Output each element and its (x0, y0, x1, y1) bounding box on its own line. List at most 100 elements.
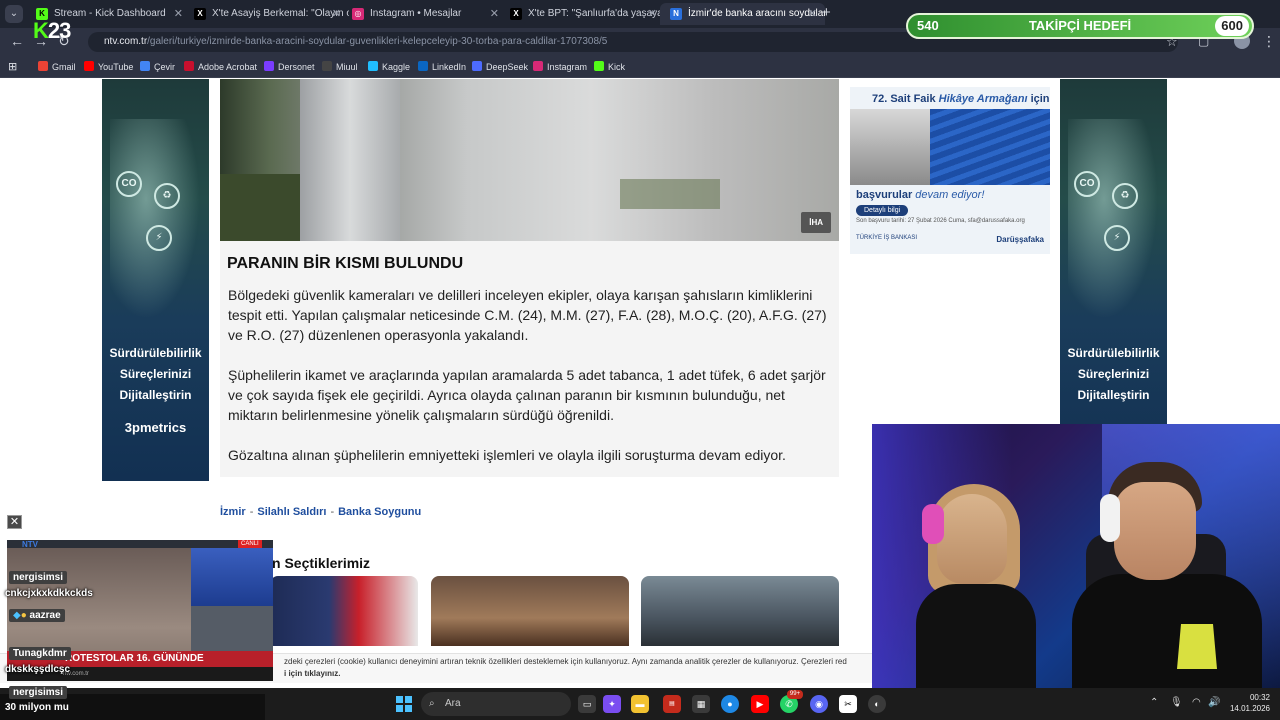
side-ad-text: Sürdürülebilirlik Süreçlerinizi Dijitall… (1060, 343, 1167, 406)
taskbar-search[interactable]: ⌕ Ara (421, 692, 571, 716)
side-ad-left[interactable]: CO ♻ ⚡ Sürdürülebilirlik Süreçlerinizi D… (102, 79, 209, 481)
bookmark-label: LinkedIn (432, 62, 467, 72)
article-paragraph: Gözaltına alınan şüphelilerin emniyettek… (228, 447, 786, 463)
news-app-icon[interactable]: ▤ (663, 695, 681, 713)
photo-weeds (620, 179, 720, 209)
wifi-icon[interactable]: ◠ (1192, 697, 1201, 708)
tab-close-icon[interactable]: ✕ (808, 3, 817, 25)
cam-person-right (1114, 482, 1196, 580)
back-arrow-icon[interactable]: ← (10, 33, 24, 49)
tab-x-bpt[interactable]: X X'te BPT: "Şanlıurfa'da yaşayan ✕ (500, 3, 665, 25)
chat-username-text: aazrae (29, 610, 61, 621)
bookmark-label: Miuul (336, 62, 358, 72)
clock-date: 14.01.2026 (1229, 704, 1270, 713)
search-label: Ara (445, 698, 461, 709)
whatsapp-badge: 99+ (787, 690, 803, 699)
cam-person-right-body (1072, 574, 1262, 688)
windows-start-icon[interactable] (396, 696, 412, 712)
chrome-icon[interactable]: ● (721, 695, 739, 713)
translate-icon (140, 61, 150, 71)
tab-search-icon[interactable]: ⌄ (5, 5, 23, 23)
promo-ad-darussafaka[interactable]: 72. Sait Faik Hikâye Armağanı için başvu… (850, 87, 1050, 254)
goal-title: TAKİPÇİ HEDEFİ (1028, 18, 1132, 33)
pick-card-bear[interactable] (431, 576, 629, 646)
tv-anchor-scene (191, 548, 273, 606)
chat-badge-icon: ◆ (13, 610, 21, 621)
copilot-icon[interactable]: ✦ (603, 695, 621, 713)
bookmark-label: Instagram (547, 62, 588, 72)
store-icon[interactable]: ▦ (692, 695, 710, 713)
youtube-icon[interactable]: ▶ (751, 695, 769, 713)
energy-icon: ⚡ (1104, 225, 1130, 251)
side-ad-line: Süreçlerinizi (1077, 367, 1150, 381)
tab-ntv-article[interactable]: N İzmir'de banka aracını soydular ✕ (660, 3, 825, 25)
tab-x-asayis[interactable]: X X'te Asayiş Berkemal: "Olayın o ✕ (184, 3, 349, 25)
promo-title-part: Hikâye Armağanı (938, 93, 1028, 105)
system-clock[interactable]: 00:32 14.01.2026 (1226, 692, 1270, 714)
obs-icon[interactable]: ◐ (868, 695, 886, 713)
url-path: /galeri/turkiye/izmirde-banka-aracini-so… (147, 36, 608, 47)
tag-link[interactable]: Silahlı Saldırı (257, 506, 326, 518)
new-tab-icon[interactable]: + (822, 4, 831, 21)
tag-link[interactable]: İzmir (220, 506, 246, 518)
bookmarks-bar: ⊞ Gmail YouTube Çevir Adobe Acrobat Ders… (0, 56, 1280, 78)
bookmark-linkedin[interactable]: LinkedIn (418, 60, 466, 74)
chat-username: Tunagkdmr (9, 647, 71, 660)
streamer-webcam (872, 424, 1280, 688)
menu-dots-icon[interactable]: ⋮ (1262, 33, 1276, 50)
cookie-text: zdeki çerezleri (cookie) kullanıcı deney… (284, 657, 847, 666)
chat-message: dkskkşşdlcşc (5, 664, 71, 675)
side-ad-right[interactable]: CO ♻ ⚡ Sürdürülebilirlik Süreçlerinizi D… (1060, 79, 1167, 481)
tab-close-icon[interactable]: ✕ (174, 3, 183, 25)
bookmark-instagram[interactable]: Instagram (533, 60, 587, 74)
promo-details-button[interactable]: Detaylı bilgi (856, 205, 909, 216)
editor-picks-title: n Seçtiklerimiz (272, 555, 371, 571)
bookmark-label: Gmail (52, 62, 76, 72)
pick-card-canada[interactable] (270, 576, 418, 646)
bookmark-cevir[interactable]: Çevir (140, 60, 175, 74)
discord-icon[interactable]: ◉ (810, 695, 828, 713)
bookmark-adobe-acrobat[interactable]: Adobe Acrobat (184, 60, 257, 74)
pick-card-car[interactable] (641, 576, 839, 646)
recycle-icon: ♻ (1112, 183, 1138, 209)
kick-icon (594, 61, 604, 71)
article-heading: PARANIN BİR KISMI BULUNDU (227, 255, 464, 272)
cookie-link[interactable]: i için tıklayınız. (284, 668, 872, 680)
volume-icon[interactable]: 🔊 (1208, 697, 1220, 708)
task-view-icon[interactable]: ▭ (578, 695, 596, 713)
close-icon[interactable]: ✕ (7, 515, 22, 529)
bookmark-kaggle[interactable]: Kaggle (368, 60, 410, 74)
article-paragraph: Bölgedeki güvenlik kameraları ve delille… (228, 287, 827, 343)
article-photo: İHA (220, 79, 839, 241)
file-explorer-icon[interactable]: ▬ (631, 695, 649, 713)
chat-username: ◆● aazrae (9, 609, 65, 622)
bookmark-label: Kaggle (382, 62, 411, 72)
kick-logo-number: 23 (47, 18, 72, 43)
bookmark-deepseek[interactable]: DeepSeek (472, 60, 528, 74)
tab-title: X'te Asayiş Berkemal: "Olayın o (212, 8, 349, 19)
side-ad-line: Sürdürülebilirlik (109, 346, 202, 360)
bookmark-miuul[interactable]: Miuul (322, 60, 358, 74)
cam-person-left (937, 494, 1007, 584)
cam-person-left-body (916, 584, 1036, 688)
promo-sea-graphic (930, 109, 1050, 185)
tab-close-icon[interactable]: ✕ (490, 3, 499, 25)
bookmark-label: Dersonet (278, 62, 315, 72)
apps-grid-icon[interactable]: ⊞ (8, 60, 17, 74)
tab-instagram[interactable]: ◎ Instagram • Mesajlar ✕ (342, 3, 507, 25)
youtube-icon (84, 61, 94, 71)
microphone-icon[interactable]: 🎙 (1170, 697, 1183, 708)
tag-link[interactable]: Banka Soygunu (338, 506, 421, 518)
bookmark-dersonet[interactable]: Dersonet (264, 60, 315, 74)
bookmark-gmail[interactable]: Gmail (38, 60, 76, 74)
bookmark-youtube[interactable]: YouTube (84, 60, 133, 74)
tv-channel-logo: NTV (22, 540, 38, 549)
tab-close-icon[interactable]: ✕ (332, 3, 341, 25)
tray-chevron-icon[interactable]: ⌃ (1150, 697, 1158, 708)
photo-pillar (300, 79, 400, 241)
promo-bank-logo: TÜRKİYE İŞ BANKASI (856, 235, 918, 241)
bookmark-kick[interactable]: Kick (594, 60, 625, 74)
photo-source-tag: İHA (801, 212, 831, 233)
tab-close-icon[interactable]: ✕ (648, 3, 657, 25)
capcut-icon[interactable]: ✂ (839, 695, 857, 713)
